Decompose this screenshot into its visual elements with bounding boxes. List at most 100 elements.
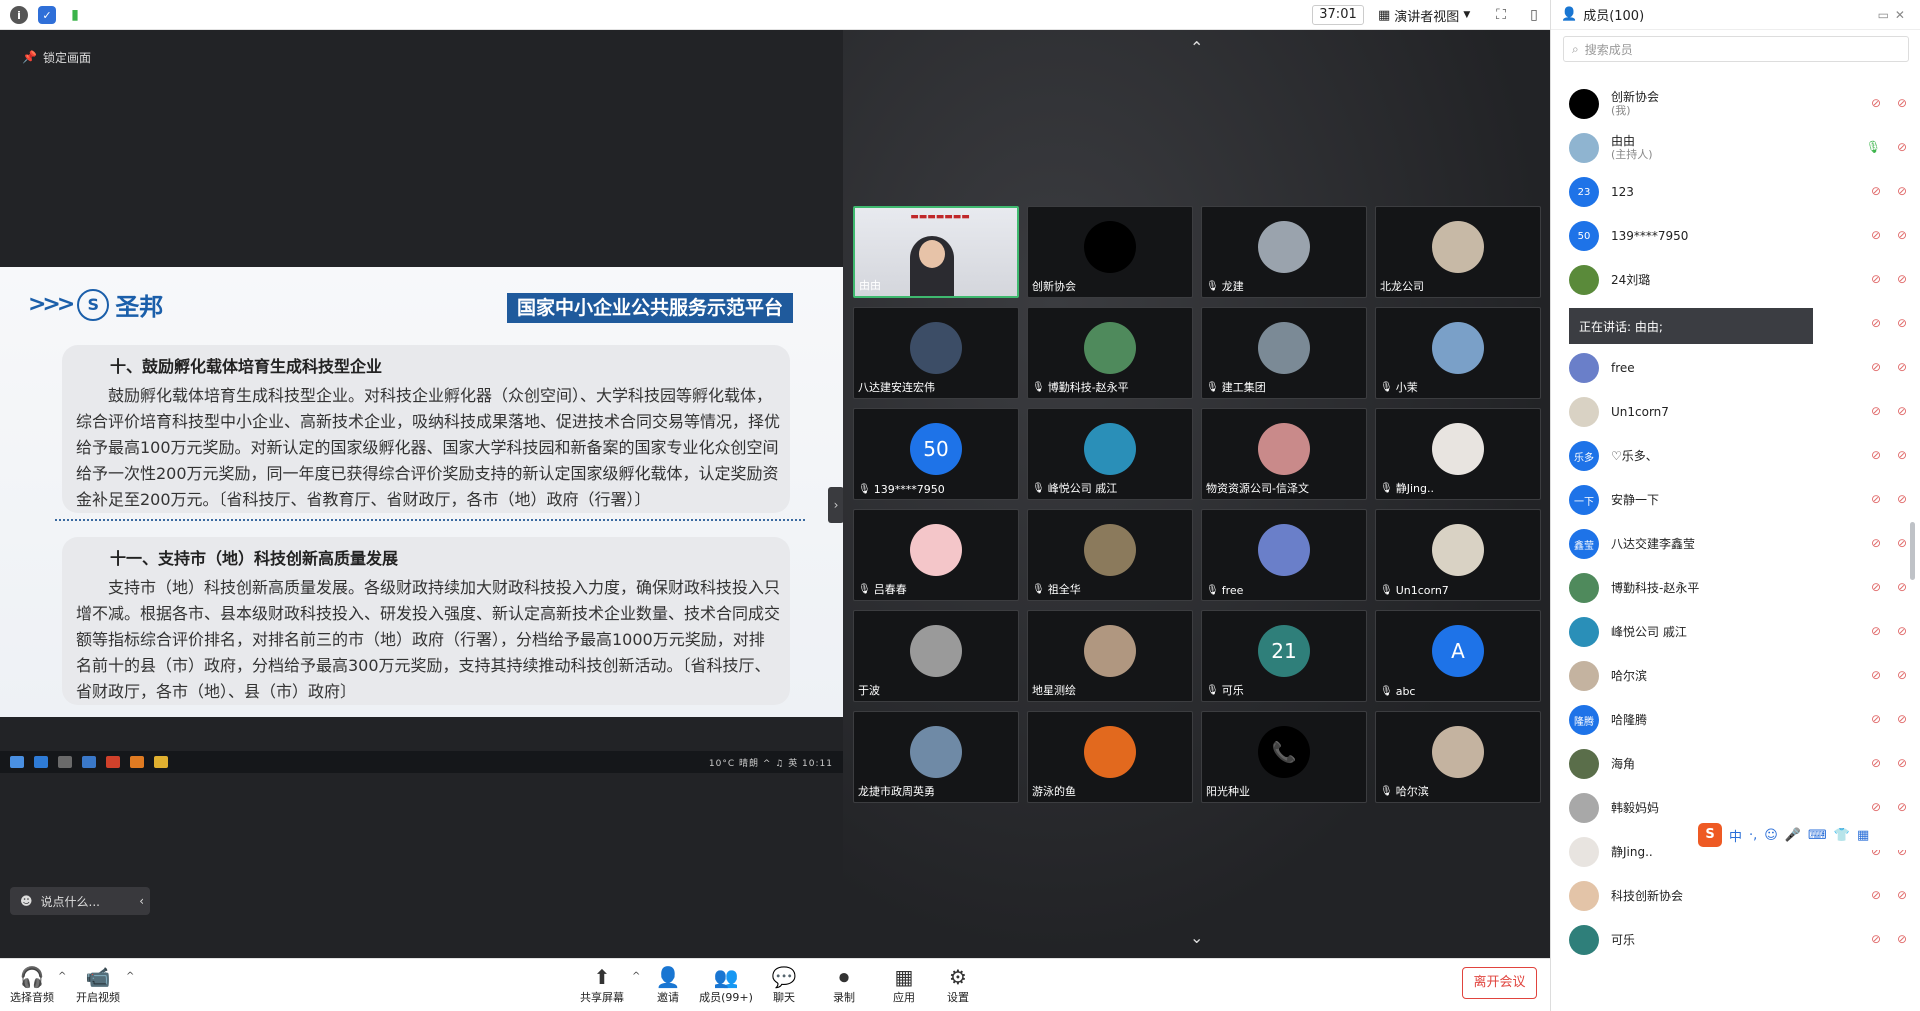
- share-screen-button[interactable]: ⬆ 共享屏幕: [572, 965, 632, 1005]
- member-mic-icon[interactable]: ⊘: [1871, 580, 1881, 594]
- members-button[interactable]: 👥 成员(99+): [696, 965, 756, 1005]
- member-mic-icon[interactable]: ⊘: [1871, 536, 1881, 550]
- punctuation-icon[interactable]: ·,: [1749, 828, 1757, 843]
- member-mic-icon[interactable]: ⊘: [1871, 932, 1881, 946]
- chevron-up-icon[interactable]: ⌃: [1190, 38, 1203, 57]
- video-tile[interactable]: 物资资源公司-信泽文: [1201, 408, 1367, 500]
- video-tile[interactable]: 📞 阳光种业: [1201, 711, 1367, 803]
- member-mic-icon[interactable]: ⊘: [1871, 624, 1881, 638]
- fullscreen-icon[interactable]: ⛶: [1492, 6, 1510, 24]
- ime-toolbar[interactable]: S 中 ·, ☺ 🎤 ⌨ 👕 ▦: [1692, 820, 1914, 850]
- member-row[interactable]: 可乐 ⊘ ⊘: [1551, 918, 1920, 962]
- chat-button[interactable]: 💬 聊天: [754, 965, 814, 1005]
- video-tile[interactable]: 🎙 吕春春: [853, 509, 1019, 601]
- video-tile[interactable]: 🎙 龙建: [1201, 206, 1367, 298]
- member-camera-icon[interactable]: ⊘: [1897, 888, 1907, 902]
- member-mic-icon[interactable]: 🎙: [1866, 140, 1881, 154]
- member-row[interactable]: 一下 安静一下 ⊘ ⊘: [1551, 478, 1920, 522]
- member-row[interactable]: 24刘璐 ⊘ ⊘: [1551, 258, 1920, 302]
- ime-mode-label[interactable]: 中: [1729, 826, 1742, 845]
- member-camera-icon[interactable]: ⊘: [1897, 800, 1907, 814]
- member-row[interactable]: 由由 (主持人) 🎙 ⊘: [1551, 126, 1920, 170]
- video-button[interactable]: 📹 开启视频: [68, 965, 128, 1005]
- sidebar-toggle-icon[interactable]: ▯: [1525, 6, 1543, 24]
- member-row[interactable]: 鑫莹 八达交建李鑫莹 ⊘ ⊘: [1551, 522, 1920, 566]
- emoji-icon[interactable]: ☻: [20, 894, 33, 908]
- member-mic-icon[interactable]: ⊘: [1871, 272, 1881, 286]
- video-tile[interactable]: A 🎙 abc: [1375, 610, 1541, 702]
- member-camera-icon[interactable]: ⊘: [1897, 96, 1907, 110]
- video-tile[interactable]: 🎙 free: [1201, 509, 1367, 601]
- member-row[interactable]: free ⊘ ⊘: [1551, 346, 1920, 390]
- member-row[interactable]: 海角 ⊘ ⊘: [1551, 742, 1920, 786]
- member-row[interactable]: 哈尔滨 ⊘ ⊘: [1551, 654, 1920, 698]
- member-mic-icon[interactable]: ⊘: [1871, 756, 1881, 770]
- member-camera-icon[interactable]: ⊘: [1897, 668, 1907, 682]
- member-mic-icon[interactable]: ⊘: [1871, 184, 1881, 198]
- chevron-up-icon[interactable]: ^: [126, 971, 134, 982]
- leave-meeting-button[interactable]: 离开会议: [1462, 967, 1537, 999]
- member-row[interactable]: 乐多 ♡乐多、 ⊘ ⊘: [1551, 434, 1920, 478]
- member-mic-icon[interactable]: ⊘: [1871, 96, 1881, 110]
- chevron-up-icon[interactable]: ^: [58, 971, 66, 982]
- member-mic-icon[interactable]: ⊘: [1871, 404, 1881, 418]
- settings-button[interactable]: ⚙ 设置: [928, 965, 988, 1005]
- video-tile[interactable]: 50 🎙 139****7950: [853, 408, 1019, 500]
- member-camera-icon[interactable]: ⊘: [1897, 492, 1907, 506]
- member-mic-icon[interactable]: ⊘: [1871, 360, 1881, 374]
- member-mic-icon[interactable]: ⊘: [1871, 492, 1881, 506]
- member-mic-icon[interactable]: ⊘: [1871, 800, 1881, 814]
- signal-icon[interactable]: ▮: [66, 6, 84, 24]
- member-mic-icon[interactable]: ⊘: [1871, 888, 1881, 902]
- video-tile[interactable]: 游泳的鱼: [1027, 711, 1193, 803]
- member-camera-icon[interactable]: ⊘: [1897, 448, 1907, 462]
- video-tile[interactable]: 🎙 建工集团: [1201, 307, 1367, 399]
- video-tile[interactable]: 北龙公司: [1375, 206, 1541, 298]
- member-mic-icon[interactable]: ⊘: [1871, 448, 1881, 462]
- keyboard-icon[interactable]: ⌨: [1808, 828, 1827, 843]
- member-camera-icon[interactable]: ⊘: [1897, 404, 1907, 418]
- video-tile[interactable]: 八达建安连宏伟: [853, 307, 1019, 399]
- member-camera-icon[interactable]: ⊘: [1897, 140, 1907, 154]
- member-camera-icon[interactable]: ⊘: [1897, 756, 1907, 770]
- record-button[interactable]: ⏺ 录制: [814, 965, 874, 1005]
- member-camera-icon[interactable]: ⊘: [1897, 932, 1907, 946]
- member-row[interactable]: 博勤科技-赵永平 ⊘ ⊘: [1551, 566, 1920, 610]
- member-mic-icon[interactable]: ⊘: [1871, 712, 1881, 726]
- skin-icon[interactable]: 👕: [1834, 828, 1850, 843]
- member-camera-icon[interactable]: ⊘: [1897, 272, 1907, 286]
- video-tile[interactable]: 🎙 Un1corn7: [1375, 509, 1541, 601]
- invite-button[interactable]: 👤 邀请: [638, 965, 698, 1005]
- member-camera-icon[interactable]: ⊘: [1897, 184, 1907, 198]
- shield-icon[interactable]: ✓: [38, 6, 56, 24]
- video-tile[interactable]: 🎙 哈尔滨: [1375, 711, 1541, 803]
- member-camera-icon[interactable]: ⊘: [1897, 580, 1907, 594]
- member-row[interactable]: 隆腾 哈隆腾 ⊘ ⊘: [1551, 698, 1920, 742]
- member-row[interactable]: Un1corn7 ⊘ ⊘: [1551, 390, 1920, 434]
- chevron-left-icon[interactable]: ‹: [139, 894, 150, 908]
- speaker-view-dropdown[interactable]: ▦ 演讲者视图 ▼: [1378, 5, 1470, 25]
- lock-view-button[interactable]: 📌 锁定画面: [14, 46, 99, 68]
- member-mic-icon[interactable]: ⊘: [1871, 316, 1881, 330]
- member-row[interactable]: 50 139****7950 ⊘ ⊘: [1551, 214, 1920, 258]
- member-mic-icon[interactable]: ⊘: [1871, 228, 1881, 242]
- video-tile[interactable]: 🎙 静Jing..: [1375, 408, 1541, 500]
- member-mic-icon[interactable]: ⊘: [1871, 668, 1881, 682]
- chevron-down-icon[interactable]: ⌄: [1190, 928, 1203, 947]
- member-row[interactable]: 23 123 ⊘ ⊘: [1551, 170, 1920, 214]
- video-tile[interactable]: 🎙 峰悦公司 戚江: [1027, 408, 1193, 500]
- video-tile[interactable]: ▬▬▬▬▬▬▬ 由由: [853, 206, 1019, 298]
- member-camera-icon[interactable]: ⊘: [1897, 316, 1907, 330]
- video-tile[interactable]: 21 🎙 可乐: [1201, 610, 1367, 702]
- microphone-icon[interactable]: 🎤: [1785, 828, 1801, 843]
- member-list-scrollbar[interactable]: [1910, 522, 1915, 580]
- member-row[interactable]: 创新协会 (我) ⊘ ⊘: [1551, 82, 1920, 126]
- emoji-icon[interactable]: ☺: [1764, 828, 1778, 843]
- info-icon[interactable]: i: [10, 6, 28, 24]
- collapse-handle[interactable]: ›: [828, 487, 844, 523]
- video-tile[interactable]: 🎙 小茉: [1375, 307, 1541, 399]
- member-camera-icon[interactable]: ⊘: [1897, 624, 1907, 638]
- grid-icon[interactable]: ▦: [1857, 828, 1869, 843]
- apps-button[interactable]: ▦ 应用: [874, 965, 934, 1005]
- audio-button[interactable]: 🎧 选择音频: [2, 965, 62, 1005]
